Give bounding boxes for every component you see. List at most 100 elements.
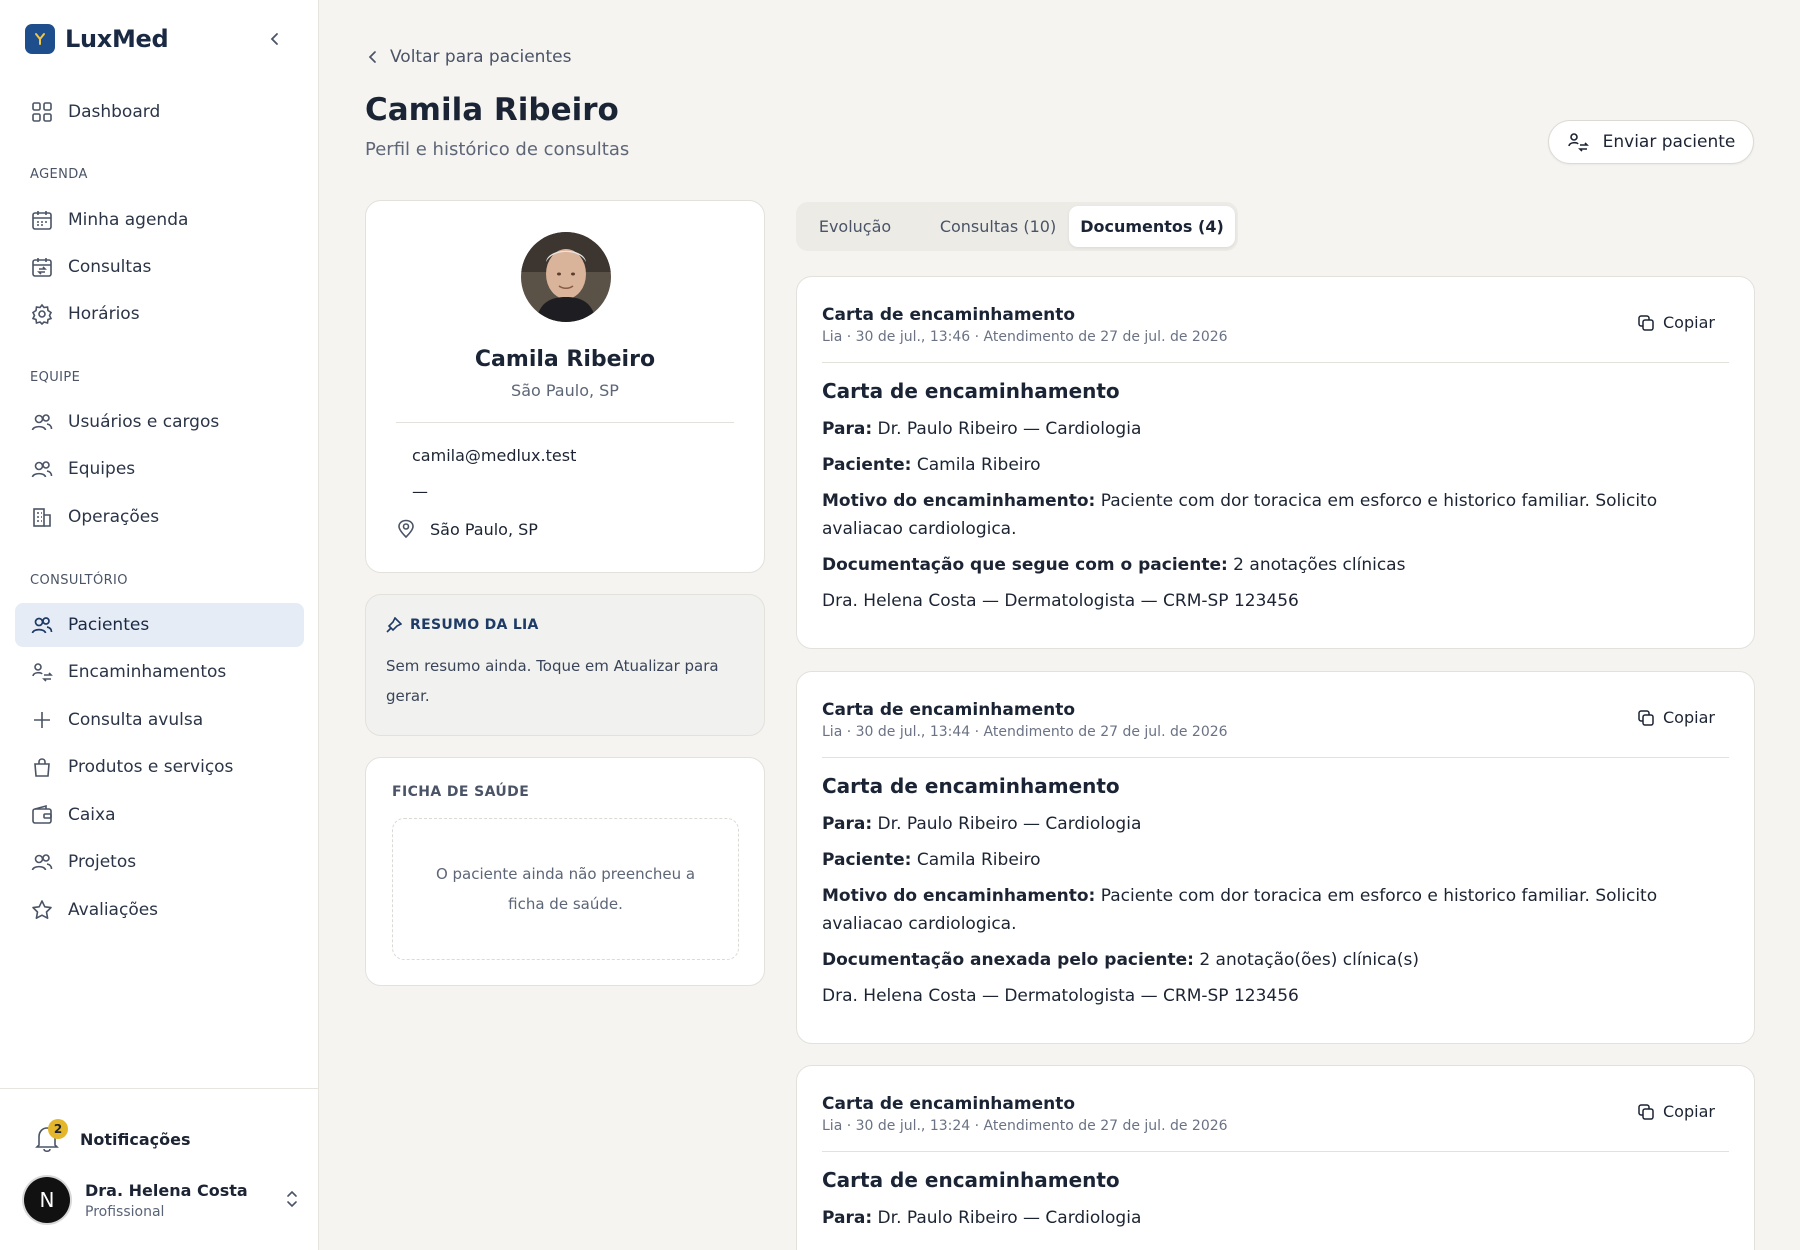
user-name: Dra. Helena Costa: [85, 1180, 248, 1200]
doc-line-para: Para: Dr. Paulo Ribeiro — Cardiologia: [822, 415, 1694, 443]
collapse-sidebar-button[interactable]: [264, 28, 286, 50]
tab-bar: Evolução Consultas (10) Documentos (4): [796, 202, 1238, 251]
document-heading: Carta de encaminhamento: [822, 379, 1120, 403]
document-title: Carta de encaminhamento: [822, 305, 1076, 325]
sidebar-item-projetos[interactable]: Projetos: [15, 840, 304, 884]
document-body: Carta de encaminhamento Para: Dr. Paulo …: [822, 1168, 1694, 1240]
sidebar-item-minha-agenda[interactable]: Minha agenda: [15, 198, 304, 242]
back-to-patients-link[interactable]: Voltar para pacientes: [368, 47, 571, 67]
brand-name: LuxMed: [65, 25, 169, 53]
calendar-arrows-icon: [30, 255, 54, 279]
sidebar-item-horarios[interactable]: Horários: [15, 292, 304, 336]
sidebar-item-avaliacoes[interactable]: Avaliações: [15, 888, 304, 932]
sidebar-item-consulta-avulsa[interactable]: Consulta avulsa: [15, 698, 304, 742]
brand[interactable]: LuxMed: [25, 24, 169, 54]
sidebar-item-label: Produtos e serviços: [68, 757, 234, 777]
field-value: Camila Ribeiro: [911, 850, 1041, 870]
notification-count-badge: 2: [48, 1119, 68, 1139]
field-label: Documentação anexada pelo paciente:: [822, 950, 1194, 970]
page-subtitle: Perfil e histórico de consultas: [365, 139, 630, 160]
back-link-label: Voltar para pacientes: [390, 47, 572, 67]
divider: [396, 422, 734, 423]
doc-line-motivo: Motivo do encaminhamento: Paciente com d…: [822, 882, 1694, 938]
tab-consultas[interactable]: Consultas (10): [918, 206, 1078, 247]
notifications-label: Notificações: [80, 1129, 191, 1149]
doc-line-documentacao: Documentação que segue com o paciente: 2…: [822, 551, 1694, 579]
copy-icon: [1638, 314, 1654, 331]
patient-location: São Paulo, SP: [511, 381, 619, 400]
field-value: 2 anotações clínicas: [1227, 555, 1406, 575]
chevron-left-icon: [368, 51, 376, 63]
map-pin-icon: [398, 519, 414, 539]
sidebar-item-usuarios-cargos[interactable]: Usuários e cargos: [15, 400, 304, 444]
document-body: Carta de encaminhamento Para: Dr. Paulo …: [822, 379, 1694, 623]
chevron-up-down-icon: [285, 1189, 299, 1213]
doc-line-para: Para: Dr. Paulo Ribeiro — Cardiologia: [822, 1204, 1694, 1232]
sidebar-item-pacientes[interactable]: Pacientes: [15, 603, 304, 647]
sidebar-item-label: Equipes: [68, 459, 136, 479]
send-patient-label: Enviar paciente: [1602, 132, 1736, 152]
patient-city-label: São Paulo, SP: [430, 519, 538, 539]
document-meta: Lia · 30 de jul., 13:46 · Atendimento de…: [822, 329, 1228, 345]
copy-button[interactable]: Copiar: [1637, 1102, 1715, 1121]
user-menu[interactable]: N Dra. Helena Costa Profissional: [24, 1177, 299, 1223]
summary-title-label: RESUMO DA LIA: [410, 617, 539, 633]
sidebar-item-label: Caixa: [68, 805, 116, 825]
sidebar-item-label: Encaminhamentos: [68, 662, 227, 682]
avatar: N: [24, 1177, 70, 1223]
document-body: Carta de encaminhamento Para: Dr. Paulo …: [822, 774, 1694, 1018]
sidebar-item-consultas[interactable]: Consultas: [15, 245, 304, 289]
user-transfer-icon: [30, 660, 54, 684]
sidebar-item-label: Minha agenda: [68, 210, 189, 230]
document-title: Carta de encaminhamento: [822, 700, 1076, 720]
document-title: Carta de encaminhamento: [822, 1094, 1076, 1114]
field-label: Para:: [822, 814, 873, 834]
document-card: Carta de encaminhamento Lia · 30 de jul.…: [796, 276, 1755, 649]
user-transfer-icon: [1567, 133, 1589, 152]
summary-text: Sem resumo ainda. Toque em Atualizar par…: [386, 657, 719, 705]
document-card: Carta de encaminhamento Lia · 30 de jul.…: [796, 1065, 1755, 1250]
sidebar-item-encaminhamentos[interactable]: Encaminhamentos: [15, 650, 304, 694]
document-card: Carta de encaminhamento Lia · 30 de jul.…: [796, 671, 1755, 1044]
sidebar-item-label: Dashboard: [68, 102, 161, 122]
sidebar-item-label: Projetos: [68, 852, 137, 872]
field-label: Motivo do encaminhamento:: [822, 491, 1096, 511]
summary-title: RESUMO DA LIA: [386, 617, 539, 633]
patient-email[interactable]: camila@medlux.test: [412, 446, 576, 465]
notifications-button[interactable]: 2 Notificações: [34, 1119, 191, 1153]
section-label-equipe: EQUIPE: [30, 370, 81, 385]
copy-icon: [1638, 709, 1654, 726]
sidebar-item-label: Avaliações: [68, 900, 159, 920]
sidebar-item-produtos-servicos[interactable]: Produtos e serviços: [15, 745, 304, 789]
doc-signature: Dra. Helena Costa — Dermatologista — CRM…: [822, 986, 1299, 1006]
users-icon: [30, 613, 54, 637]
sidebar-item-dashboard[interactable]: Dashboard: [15, 90, 304, 134]
divider: [822, 362, 1729, 363]
doc-line-documentacao: Documentação anexada pelo paciente: 2 an…: [822, 946, 1694, 974]
building-icon: [30, 505, 54, 529]
tab-evolucao[interactable]: Evolução: [800, 206, 910, 247]
copy-label: Copiar: [1663, 1102, 1715, 1121]
field-label: Motivo do encaminhamento:: [822, 886, 1096, 906]
sidebar-item-caixa[interactable]: Caixa: [15, 793, 304, 837]
sidebar-item-equipes[interactable]: Equipes: [15, 447, 304, 491]
document-heading: Carta de encaminhamento: [822, 1168, 1120, 1192]
copy-label: Copiar: [1663, 708, 1715, 727]
send-patient-button[interactable]: Enviar paciente: [1548, 120, 1754, 164]
doc-signature: Dra. Helena Costa — Dermatologista — CRM…: [822, 591, 1299, 611]
section-label-consultorio: CONSULTÓRIO: [30, 573, 128, 588]
doc-line-paciente: Paciente: Camila Ribeiro: [822, 451, 1694, 479]
tab-documentos[interactable]: Documentos (4): [1069, 206, 1235, 247]
health-title: FICHA DE SAÚDE: [392, 784, 530, 800]
copy-button[interactable]: Copiar: [1637, 708, 1715, 727]
field-value: 2 anotação(ões) clínica(s): [1193, 950, 1419, 970]
patient-city: São Paulo, SP: [396, 519, 538, 539]
doc-line-motivo: Motivo do encaminhamento: Paciente com d…: [822, 487, 1694, 543]
user-role: Profissional: [85, 1203, 165, 1220]
field-value: Dr. Paulo Ribeiro — Cardiologia: [872, 419, 1142, 439]
sidebar-item-label: Usuários e cargos: [68, 412, 220, 432]
copy-label: Copiar: [1663, 313, 1715, 332]
sidebar-item-operacoes[interactable]: Operações: [15, 495, 304, 539]
sidebar-item-label: Horários: [68, 304, 140, 324]
copy-button[interactable]: Copiar: [1637, 313, 1715, 332]
